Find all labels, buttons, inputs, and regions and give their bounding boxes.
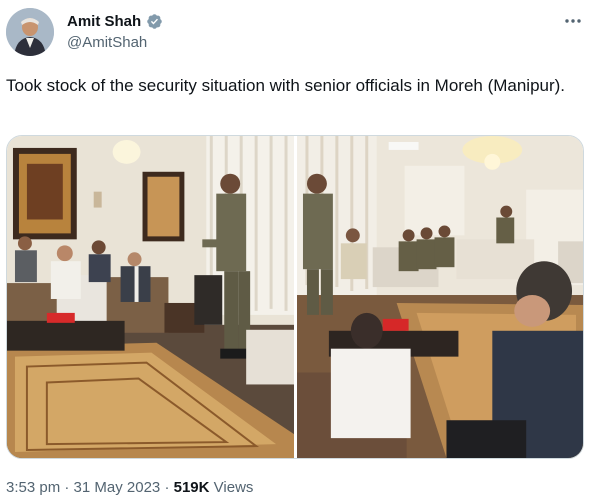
views-label: Views	[213, 479, 254, 496]
photo-meeting-room-1	[7, 136, 294, 458]
tweet-media	[6, 135, 584, 459]
meta-separator: ·	[64, 479, 70, 496]
avatar-image	[6, 8, 54, 56]
views-count: 519K	[173, 479, 210, 496]
tweet-text: Took stock of the security situation wit…	[6, 76, 566, 95]
author-avatar[interactable]	[6, 8, 54, 56]
tweet-date[interactable]: 31 May 2023	[74, 479, 161, 496]
tweet-time[interactable]: 3:53 pm	[6, 479, 60, 496]
author-handle[interactable]: @AmitShah	[67, 34, 147, 51]
tweet-photo-1[interactable]	[7, 136, 294, 458]
photo-meeting-room-2	[297, 136, 583, 458]
more-options-button[interactable]	[563, 11, 583, 31]
tweet-meta: 3:53 pm · 31 May 2023 · 519K Views	[6, 479, 253, 496]
author-display-name[interactable]: Amit Shah	[67, 13, 141, 30]
author-name-row: Amit Shah	[67, 13, 163, 30]
tweet-photo-2[interactable]	[297, 136, 583, 458]
meta-separator: ·	[164, 479, 170, 496]
verified-badge-icon[interactable]	[146, 13, 163, 30]
more-icon	[565, 19, 581, 23]
